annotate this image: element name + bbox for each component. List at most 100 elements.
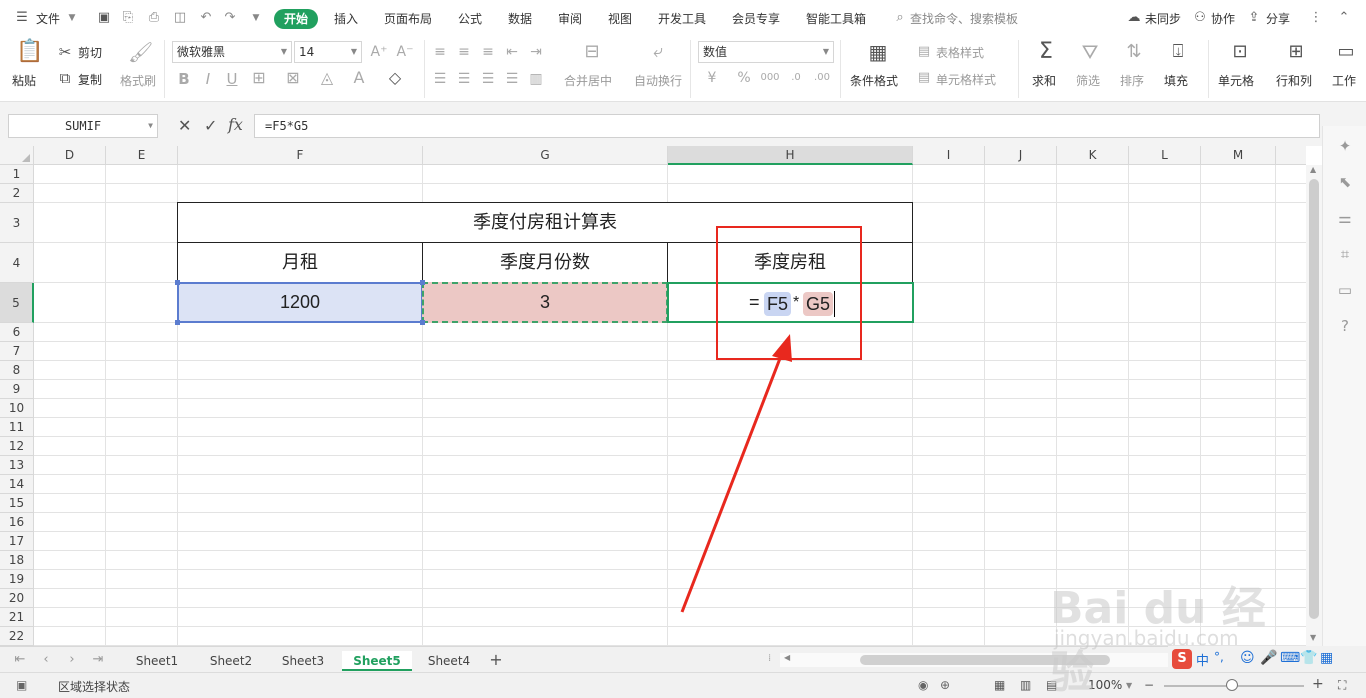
formula-input[interactable]: =F5*G5 [254, 114, 1320, 138]
name-box[interactable]: SUMIF ▼ [8, 114, 158, 138]
add-sheet-icon[interactable]: + [488, 651, 504, 669]
percent-icon[interactable]: % [736, 68, 752, 88]
sheet-tab-sheet5[interactable]: Sheet5 [342, 651, 412, 671]
collapse-ribbon-icon[interactable]: ⌃ [1336, 10, 1352, 26]
merge-center-icon[interactable]: ⊟ [580, 42, 604, 62]
scroll-down-icon[interactable]: ▼ [1310, 633, 1316, 642]
header-cell-f4[interactable]: 月租 [177, 242, 423, 283]
collaborate-button[interactable]: 协作 [1211, 9, 1235, 29]
sheet-tab-sheet2[interactable]: Sheet2 [198, 651, 264, 671]
wrap-text-button[interactable]: 自动换行 [634, 72, 682, 89]
sort-icon[interactable]: ⇅ [1124, 42, 1144, 62]
next-sheet-icon[interactable]: › [64, 651, 80, 669]
page-break-view-icon[interactable]: ▤ [1046, 678, 1057, 692]
italic-icon[interactable]: I [200, 69, 216, 89]
sum-button[interactable]: 求和 [1032, 72, 1056, 89]
cut-button[interactable]: 剪切 [78, 44, 102, 61]
clear-format-icon[interactable]: ◇ [386, 68, 404, 88]
number-format-select[interactable]: 数值 ▼ [698, 41, 834, 63]
borders-icon[interactable]: ⊞ [250, 68, 268, 88]
crop-icon[interactable]: ⌗ [1335, 244, 1355, 264]
row-header-3[interactable]: 3 [0, 203, 34, 243]
row-header-18[interactable]: 18 [0, 551, 34, 570]
justify-icon[interactable]: ☰ [504, 69, 520, 89]
paste-icon[interactable]: 📋 [16, 41, 43, 63]
selection-handle[interactable] [420, 280, 425, 285]
increase-indent-icon[interactable]: ⇥ [528, 42, 544, 62]
print-preview-icon[interactable]: ◫ [172, 10, 188, 26]
scroll-up-icon[interactable]: ▲ [1310, 165, 1316, 174]
redo-icon[interactable]: ↷ [222, 10, 238, 26]
column-header-f[interactable]: F [178, 146, 423, 165]
scissors-icon[interactable]: ✂ [56, 42, 74, 62]
currency-icon[interactable]: ¥ [704, 68, 720, 88]
column-header-k[interactable]: K [1057, 146, 1129, 165]
ime-logo-icon[interactable]: S [1172, 649, 1192, 669]
font-name-select[interactable]: 微软雅黑 ▼ [172, 41, 292, 63]
underline-icon[interactable]: U [224, 69, 240, 89]
select-pointer-icon[interactable]: ⬉ [1335, 172, 1355, 192]
column-header-m[interactable]: M [1201, 146, 1276, 165]
cell-fill-pattern-icon[interactable]: ⊠ [284, 68, 302, 88]
tab-developer[interactable]: 开发工具 [658, 9, 706, 29]
undo-icon[interactable]: ↶ [198, 10, 214, 26]
command-search[interactable]: 查找命令、搜索模板 [910, 9, 1018, 29]
column-header-e[interactable]: E [106, 146, 178, 165]
paste-button[interactable]: 粘贴 [12, 72, 36, 89]
row-header-17[interactable]: 17 [0, 532, 34, 551]
sheet-tab-sheet4[interactable]: Sheet4 [416, 651, 482, 671]
row-col-button[interactable]: 行和列 [1276, 72, 1312, 89]
align-top-icon[interactable]: ≡ [432, 42, 448, 62]
prev-sheet-icon[interactable]: ‹ [38, 651, 54, 669]
column-header-l[interactable]: L [1129, 146, 1201, 165]
thousands-separator-icon[interactable]: 000 [760, 68, 780, 88]
row-header-13[interactable]: 13 [0, 456, 34, 475]
ime-punct-icon[interactable]: °, [1214, 650, 1224, 664]
row-header-10[interactable]: 10 [0, 399, 34, 418]
align-center-icon[interactable]: ☰ [456, 69, 472, 89]
format-painter-button[interactable]: 格式刷 [120, 72, 156, 89]
reading-mode-icon[interactable]: ⊕ [940, 678, 950, 692]
row-header-9[interactable]: 9 [0, 380, 34, 399]
fill-color-icon[interactable]: ◬ [318, 68, 336, 88]
sync-status[interactable]: 未同步 [1145, 9, 1181, 29]
align-left-icon[interactable]: ☰ [432, 69, 448, 89]
pin-icon[interactable]: ✦ [1335, 136, 1355, 156]
scroll-left-icon[interactable]: ◀ [784, 653, 790, 662]
wrap-text-icon[interactable]: ⤶ [646, 42, 670, 62]
worksheet-button[interactable]: 工作 [1332, 72, 1356, 89]
tab-smart-toolbox[interactable]: 智能工具箱 [806, 9, 866, 29]
share-button[interactable]: 分享 [1266, 9, 1290, 29]
conditional-format-icon[interactable]: ▦ [866, 42, 890, 62]
cancel-icon[interactable]: ✕ [178, 116, 191, 135]
horizontal-scroll-thumb[interactable] [860, 655, 1110, 665]
first-sheet-icon[interactable]: ⇤ [12, 651, 28, 669]
increase-decimal-icon[interactable]: .0 [786, 68, 806, 88]
sum-icon[interactable]: Σ [1036, 41, 1056, 63]
tab-formulas[interactable]: 公式 [458, 9, 482, 29]
eye-protect-icon[interactable]: ◉ [918, 678, 928, 692]
sort-button[interactable]: 排序 [1120, 72, 1144, 89]
row-header-8[interactable]: 8 [0, 361, 34, 380]
align-middle-icon[interactable]: ≡ [456, 42, 472, 62]
cell-f5[interactable]: 1200 [177, 282, 423, 323]
cell-g5[interactable]: 3 [422, 282, 668, 323]
row-header-12[interactable]: 12 [0, 437, 34, 456]
zoom-out-icon[interactable]: − [1144, 678, 1154, 692]
copy-button[interactable]: 复制 [78, 71, 102, 88]
font-color-icon[interactable]: A [350, 68, 368, 88]
align-bottom-icon[interactable]: ≡ [480, 42, 496, 62]
confirm-icon[interactable]: ✓ [204, 116, 217, 135]
tab-page-layout[interactable]: 页面布局 [384, 9, 432, 29]
chevron-down-icon[interactable]: ▼ [64, 10, 80, 26]
quick-access-dropdown-icon[interactable]: ▼ [248, 10, 264, 26]
selection-handle[interactable] [175, 280, 180, 285]
tab-view[interactable]: 视图 [608, 9, 632, 29]
merge-center-button[interactable]: 合并居中 [564, 72, 612, 89]
tab-review[interactable]: 审阅 [558, 9, 582, 29]
row-header-16[interactable]: 16 [0, 513, 34, 532]
vertical-scroll-thumb[interactable] [1309, 179, 1319, 619]
header-cell-g4[interactable]: 季度月份数 [422, 242, 668, 283]
ime-menu-icon[interactable]: ▦ [1320, 650, 1333, 666]
tab-data[interactable]: 数据 [508, 9, 532, 29]
